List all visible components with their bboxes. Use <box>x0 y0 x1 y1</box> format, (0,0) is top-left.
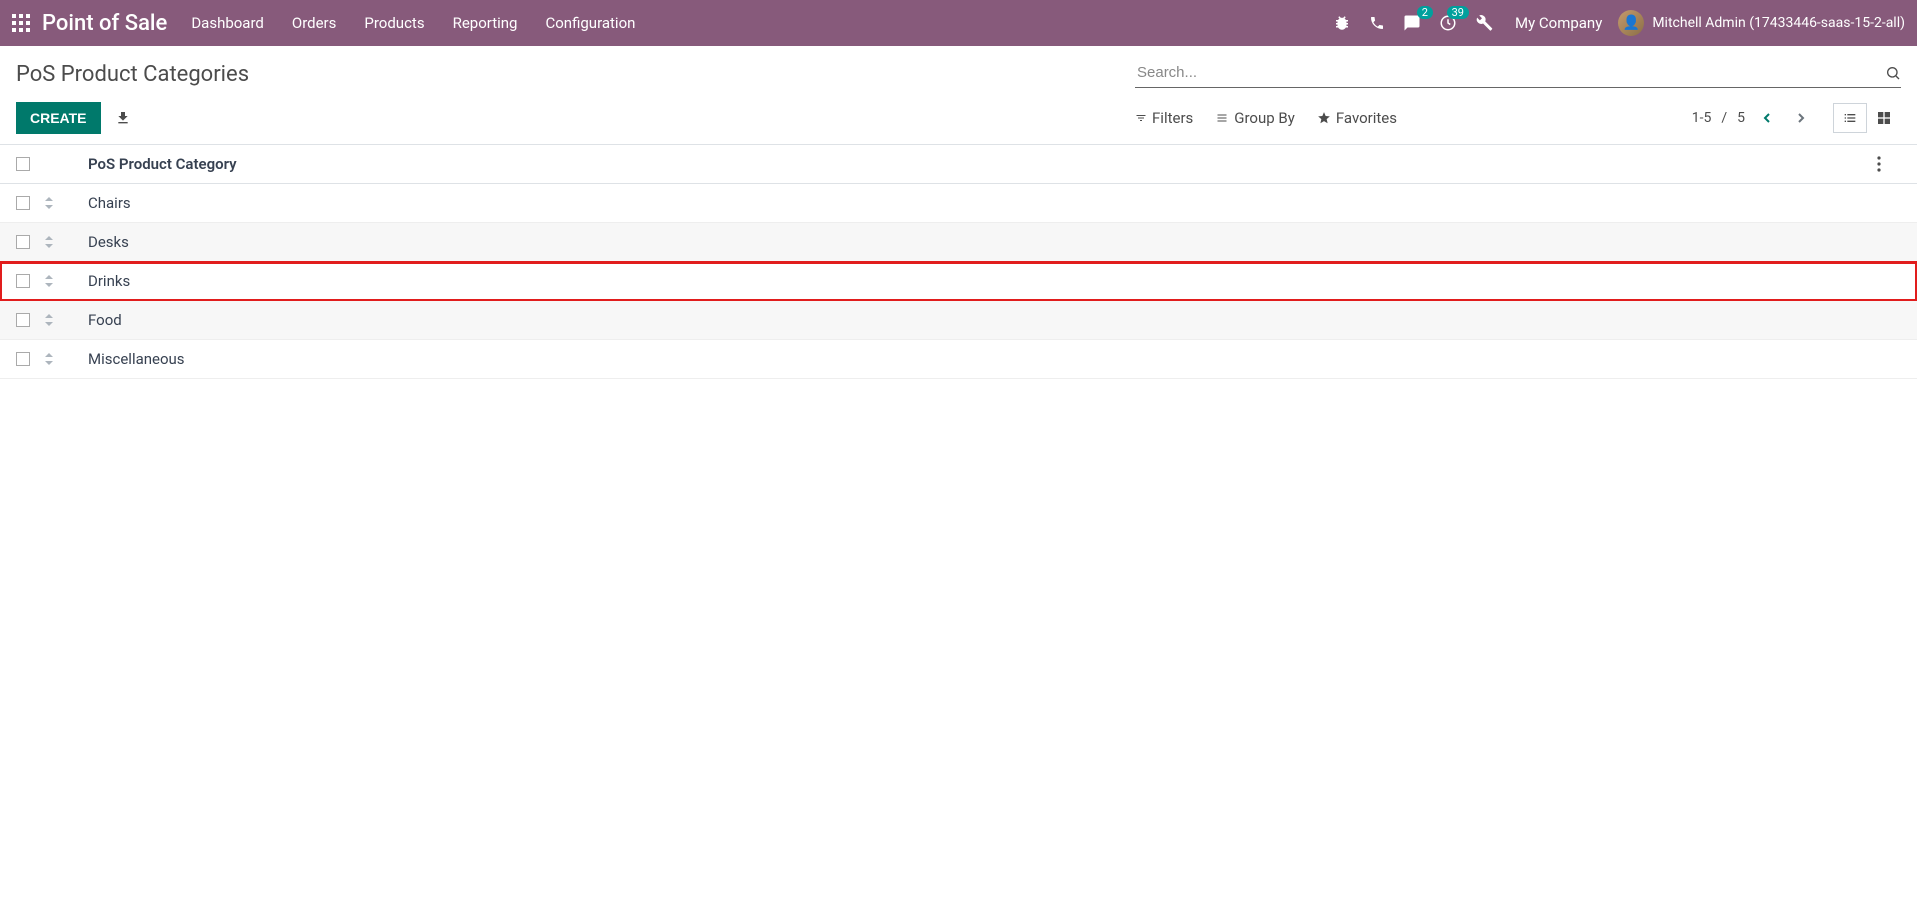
search-input[interactable] <box>1135 60 1885 85</box>
table-row[interactable]: Miscellaneous <box>0 340 1917 379</box>
columns-menu-icon[interactable] <box>1877 156 1901 172</box>
search-icon[interactable] <box>1885 65 1901 81</box>
nav-reporting[interactable]: Reporting <box>453 14 518 32</box>
apps-icon[interactable] <box>12 14 30 32</box>
user-menu[interactable]: 👤 Mitchell Admin (17433446-saas-15-2-all… <box>1618 10 1905 36</box>
row-name: Desks <box>88 233 1877 251</box>
systray: 2 39 <box>1333 14 1493 32</box>
avatar: 👤 <box>1618 10 1644 36</box>
pager-total: 5 <box>1737 110 1745 126</box>
row-checkbox[interactable] <box>16 235 30 249</box>
row-name: Drinks <box>88 272 1877 290</box>
filters-button[interactable]: Filters <box>1135 109 1193 127</box>
table-row[interactable]: Desks <box>0 223 1917 262</box>
pager-value[interactable]: 1-5 <box>1692 110 1712 126</box>
kanban-view-icon[interactable] <box>1867 103 1901 133</box>
phone-icon[interactable] <box>1369 15 1385 31</box>
row-name: Chairs <box>88 194 1877 212</box>
nav-dashboard[interactable]: Dashboard <box>191 14 264 32</box>
company-name[interactable]: My Company <box>1515 14 1602 32</box>
pager-prev-icon[interactable] <box>1755 106 1779 130</box>
search-box[interactable] <box>1135 58 1901 88</box>
top-nav: Point of Sale Dashboard Orders Products … <box>0 0 1917 46</box>
pager-next-icon[interactable] <box>1789 106 1813 130</box>
row-checkbox[interactable] <box>16 313 30 327</box>
row-checkbox[interactable] <box>16 196 30 210</box>
groupby-label: Group By <box>1234 109 1295 127</box>
row-name: Food <box>88 311 1877 329</box>
brand-title[interactable]: Point of Sale <box>42 11 167 36</box>
import-icon[interactable] <box>115 110 131 126</box>
nav-configuration[interactable]: Configuration <box>545 14 635 32</box>
drag-handle-icon[interactable] <box>44 353 88 365</box>
pager: 1-5 / 5 <box>1692 106 1813 130</box>
nav-right: 2 39 My Company 👤 Mitchell Admin (174334… <box>1333 10 1905 36</box>
search-options: Filters Group By Favorites <box>1135 109 1397 127</box>
drag-handle-icon[interactable] <box>44 275 88 287</box>
user-name: Mitchell Admin (17433446-saas-15-2-all) <box>1652 15 1905 31</box>
activities-icon[interactable]: 39 <box>1439 14 1457 32</box>
pager-sep: / <box>1721 110 1727 126</box>
nav-orders[interactable]: Orders <box>292 14 337 32</box>
select-all-checkbox[interactable] <box>16 157 30 171</box>
groupby-button[interactable]: Group By <box>1215 109 1295 127</box>
table-header: PoS Product Category <box>0 145 1917 184</box>
view-switcher <box>1833 103 1901 133</box>
favorites-button[interactable]: Favorites <box>1317 109 1397 127</box>
breadcrumb: PoS Product Categories <box>16 58 249 87</box>
create-button[interactable]: CREATE <box>16 102 101 134</box>
row-checkbox[interactable] <box>16 352 30 366</box>
nav-products[interactable]: Products <box>364 14 424 32</box>
table-row[interactable]: Drinks <box>0 262 1917 301</box>
messages-badge: 2 <box>1417 6 1433 19</box>
table-row[interactable]: Food <box>0 301 1917 340</box>
activities-badge: 39 <box>1447 6 1469 19</box>
column-header-name[interactable]: PoS Product Category <box>88 155 1877 173</box>
filters-label: Filters <box>1152 109 1193 127</box>
list-view: PoS Product Category Chairs Desks Drinks Fo… <box>0 145 1917 379</box>
row-checkbox[interactable] <box>16 274 30 288</box>
tools-icon[interactable] <box>1475 14 1493 32</box>
drag-handle-icon[interactable] <box>44 236 88 248</box>
drag-handle-icon[interactable] <box>44 314 88 326</box>
control-panel: PoS Product Categories CREATE Filters <box>0 46 1917 145</box>
list-view-icon[interactable] <box>1833 103 1867 133</box>
row-name: Miscellaneous <box>88 350 1877 368</box>
nav-menu: Dashboard Orders Products Reporting Conf… <box>191 14 635 32</box>
messages-icon[interactable]: 2 <box>1403 14 1421 32</box>
favorites-label: Favorites <box>1336 109 1397 127</box>
drag-handle-icon[interactable] <box>44 197 88 209</box>
bug-icon[interactable] <box>1333 14 1351 32</box>
table-row[interactable]: Chairs <box>0 184 1917 223</box>
